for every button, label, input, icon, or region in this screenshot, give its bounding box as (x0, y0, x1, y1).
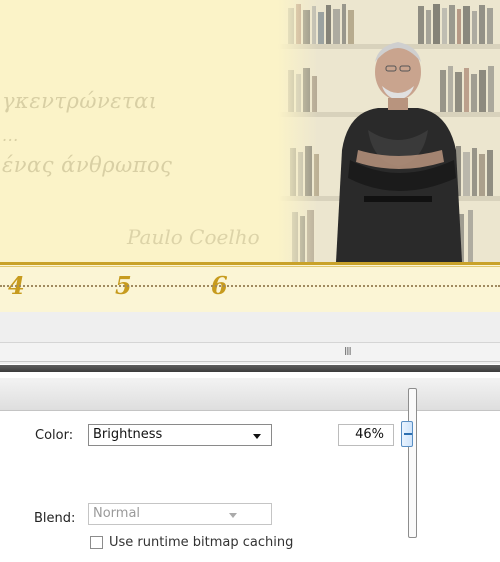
timeline-dotted-rule (0, 285, 500, 287)
quote-line-1: γκεντρώνεται (2, 89, 158, 113)
blend-mode-dropdown[interactable]: Normal (88, 503, 272, 525)
timeline-accent-line-inner (0, 266, 500, 267)
slider-thumb-tick (404, 433, 412, 435)
scrollbar-grip-icon[interactable]: III (344, 345, 352, 358)
quote-line-3: ένας άνθρωπος (2, 153, 173, 177)
color-effect-dropdown[interactable]: Brightness (88, 424, 272, 446)
quote-line-2: ... (2, 126, 19, 145)
author-photo (278, 0, 500, 262)
photo-fade-overlay (278, 0, 318, 262)
brightness-slider-track[interactable] (408, 388, 417, 538)
brightness-percent-field[interactable]: 46% (338, 424, 394, 446)
properties-panel-header (0, 378, 500, 411)
timeline-accent-line (0, 262, 500, 265)
chevron-down-icon (229, 513, 237, 518)
horizontal-scrollbar[interactable] (0, 342, 500, 362)
blend-label: Blend: (34, 511, 76, 526)
timeline-strip[interactable] (0, 262, 500, 312)
stage-canvas[interactable]: γκεντρώνεται ... ένας άνθρωπος Paulo Coe… (0, 0, 500, 262)
color-label: Color: (35, 428, 74, 443)
author-signature: Paulo Coelho (127, 225, 260, 249)
chevron-down-icon (253, 434, 261, 439)
bitmap-caching-checkbox[interactable] (90, 536, 103, 549)
panel-divider[interactable] (0, 365, 500, 372)
slider-thumb-icon[interactable] (401, 421, 413, 447)
bitmap-caching-label: Use runtime bitmap caching (109, 535, 294, 550)
blend-mode-value: Normal (93, 506, 141, 521)
color-effect-value: Brightness (93, 427, 163, 442)
